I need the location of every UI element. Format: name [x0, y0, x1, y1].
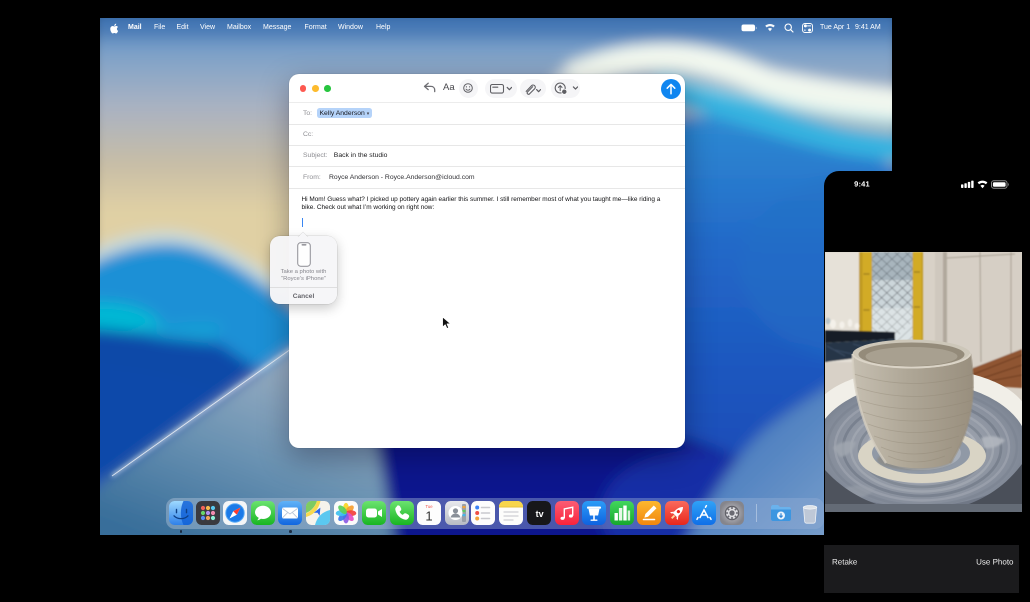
svg-text:Use Photo: Use Photo [976, 557, 1014, 566]
svg-text:9:41: 9:41 [854, 179, 870, 188]
svg-text:Retake: Retake [832, 558, 858, 567]
